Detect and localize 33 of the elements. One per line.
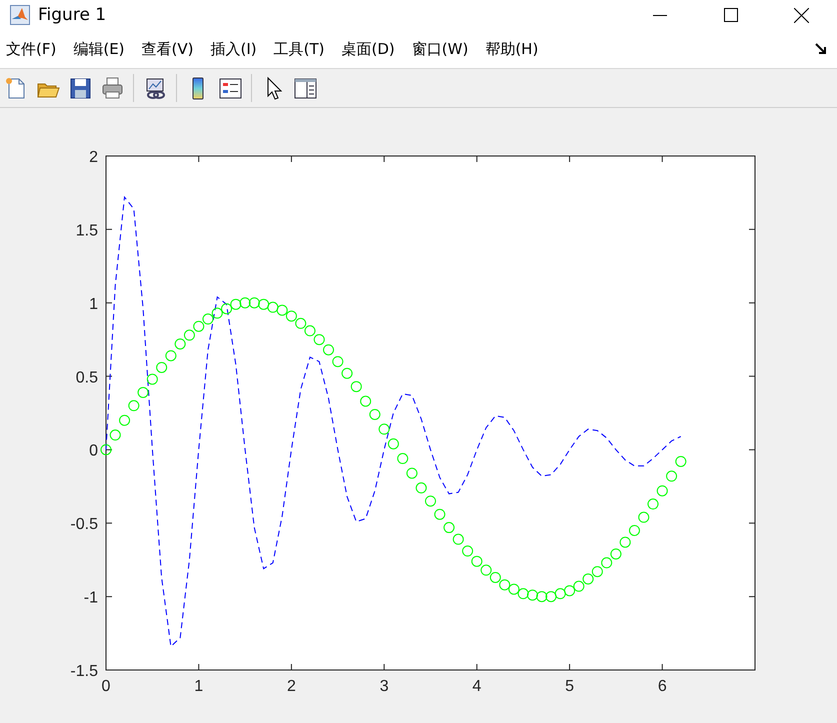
legend-icon (218, 76, 242, 100)
y-tick-label: 0.5 (76, 369, 98, 386)
app-logo-icon (10, 5, 30, 25)
panel-icon (292, 76, 318, 100)
y-tick-label: -1.5 (70, 663, 98, 680)
menu-item[interactable]: 编辑(E) (71, 36, 127, 62)
x-tick-label: 0 (102, 678, 110, 695)
x-tick-label: 2 (286, 678, 296, 695)
y-tick-label: 1 (89, 296, 98, 313)
y-tick-label: -0.5 (70, 516, 98, 534)
menu-item[interactable]: 查看(V) (140, 36, 196, 62)
menu-item[interactable]: 文件(F) (4, 36, 58, 62)
menu-item[interactable]: 工具(T) (272, 36, 327, 62)
menu-item[interactable]: 窗口(W) (410, 36, 470, 62)
menu-item[interactable]: 桌面(D) (340, 36, 397, 62)
menu-item[interactable]: 插入(I) (208, 36, 259, 62)
menu-item[interactable]: 帮助(H) (483, 36, 540, 62)
printer-icon (100, 76, 124, 100)
x-tick-label: 3 (380, 678, 389, 695)
y-tick-label: 1.5 (76, 222, 98, 240)
y-tick-label: 0 (89, 442, 98, 460)
x-tick-label: 1 (194, 678, 204, 695)
window-title: Figure 1 (38, 5, 108, 25)
maximize-icon (724, 8, 738, 22)
y-tick-label: 2 (89, 149, 98, 166)
save-icon (68, 76, 92, 100)
x-tick-label: 5 (565, 678, 574, 695)
dock-arrow-icon[interactable] (815, 43, 827, 55)
minimize-icon (652, 14, 666, 16)
y-tick-label: -1 (84, 590, 98, 607)
x-tick-label: 4 (472, 678, 482, 695)
x-tick-label: 6 (658, 678, 667, 695)
close-icon (794, 8, 809, 22)
